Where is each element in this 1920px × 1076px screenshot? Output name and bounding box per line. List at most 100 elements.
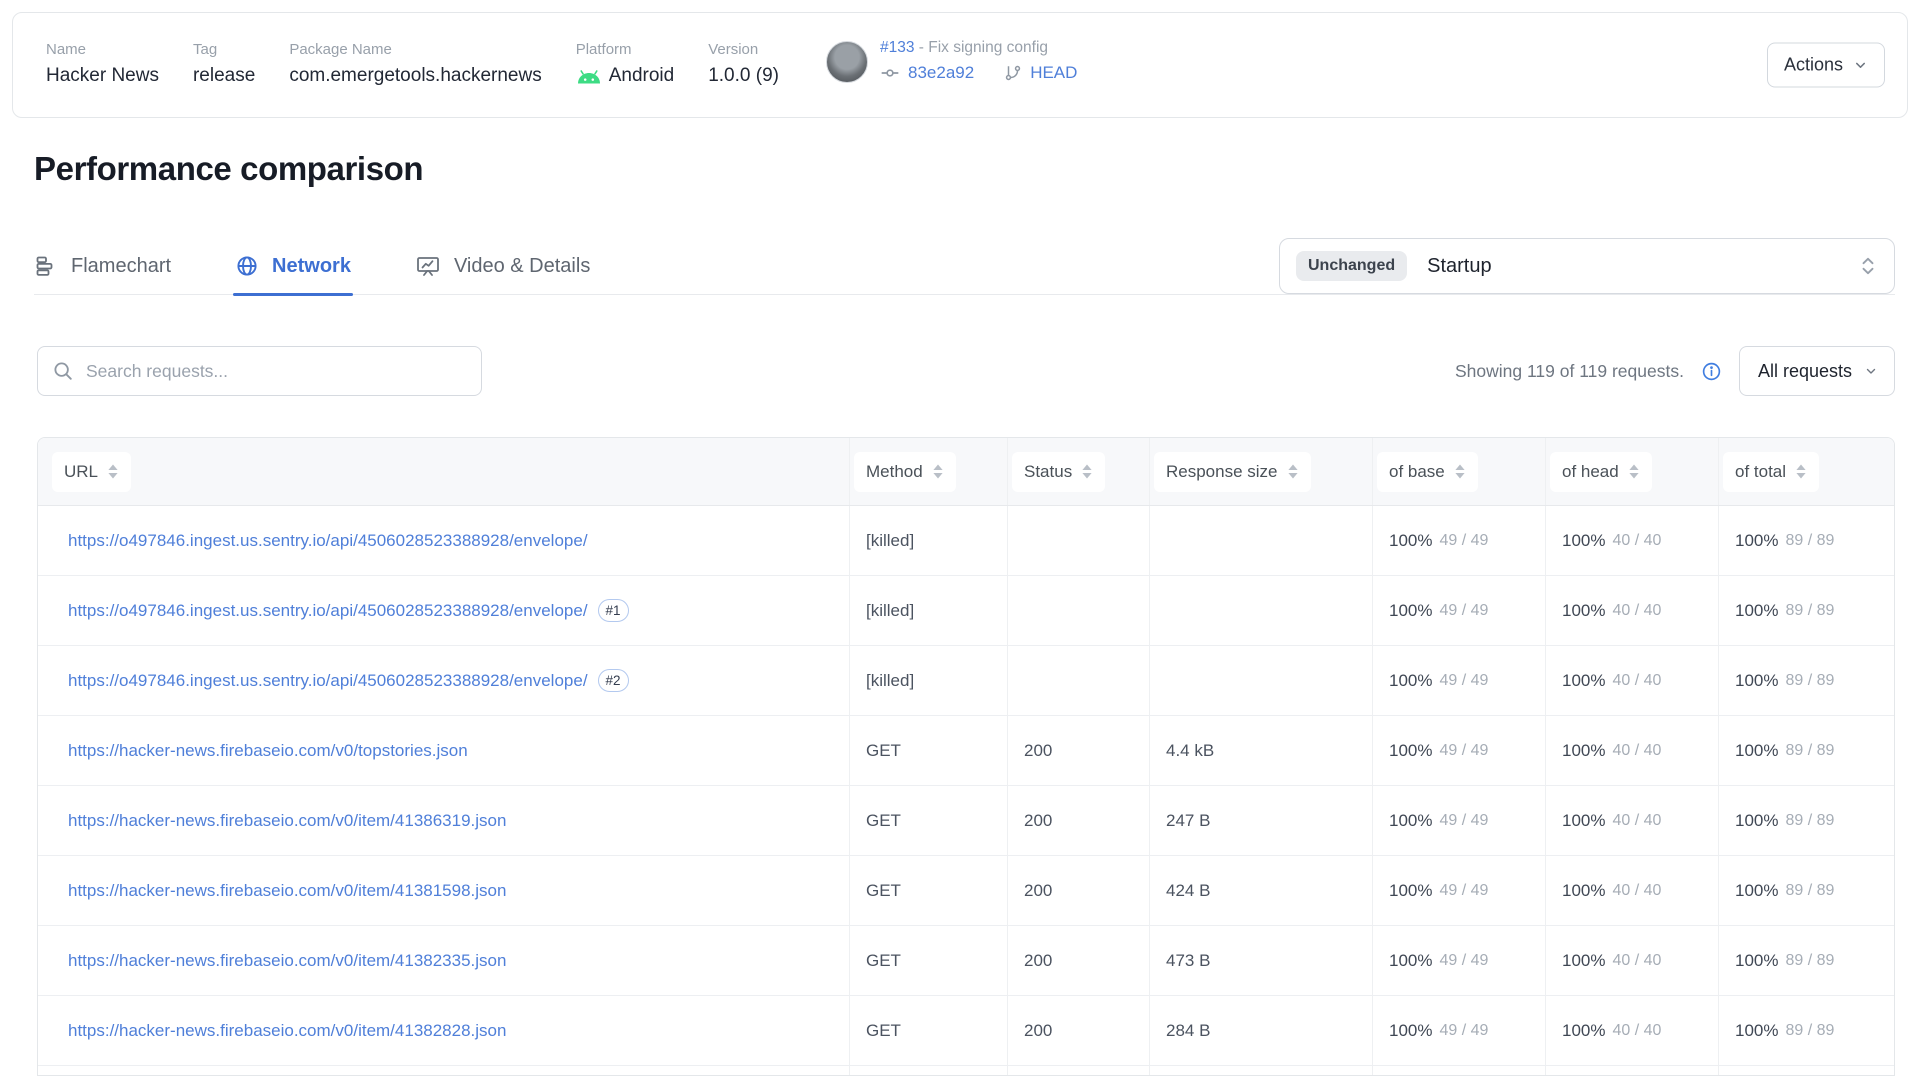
of-head-fraction: 40 / 40 — [1612, 812, 1661, 830]
of-base-fraction: 49 / 49 — [1439, 672, 1488, 690]
table-row: https://hacker-news.firebaseio.com/v0/it… — [38, 856, 1894, 926]
of-base-fraction: 49 / 49 — [1439, 742, 1488, 760]
request-url-link[interactable]: https://o497846.ingest.us.sentry.io/api/… — [68, 601, 588, 621]
of-base-percent: 100% — [1389, 811, 1432, 831]
of-head-percent: 100% — [1562, 531, 1605, 551]
actions-button[interactable]: Actions — [1767, 43, 1885, 88]
method-value: [killed] — [866, 601, 914, 621]
sort-icon — [1795, 463, 1807, 480]
status-value: 200 — [1024, 881, 1052, 901]
status-value: 200 — [1024, 1021, 1052, 1041]
field-platform-label: Platform — [576, 41, 675, 58]
sort-header-button[interactable]: Method — [854, 452, 956, 492]
sort-header-button[interactable]: of base — [1377, 452, 1478, 492]
comparison-select[interactable]: Unchanged Startup — [1279, 238, 1895, 294]
method-value: GET — [866, 951, 901, 971]
response-size-value: 284 B — [1166, 1021, 1210, 1041]
table-row: https://hacker-news.firebaseio.com/v0/it… — [38, 996, 1894, 1066]
of-total-percent: 100% — [1735, 601, 1778, 621]
of-total-percent: 100% — [1735, 811, 1778, 831]
of-base-fraction: 49 / 49 — [1439, 532, 1488, 550]
field-package: Package Name com.emergetools.hackernews — [289, 41, 541, 87]
of-base-fraction: 49 / 49 — [1439, 602, 1488, 620]
response-size-value: 4.4 kB — [1166, 741, 1214, 761]
method-value: GET — [866, 1021, 901, 1041]
tab-video-details[interactable]: Video & Details — [415, 238, 590, 294]
actions-label: Actions — [1784, 55, 1843, 76]
request-url-link[interactable]: https://hacker-news.firebaseio.com/v0/it… — [68, 951, 506, 971]
request-url-link[interactable]: https://hacker-news.firebaseio.com/v0/to… — [68, 741, 468, 761]
of-head-fraction: 40 / 40 — [1612, 952, 1661, 970]
request-url-link[interactable]: https://hacker-news.firebaseio.com/v0/it… — [68, 1021, 506, 1041]
showing-count-text: Showing 119 of 119 requests. — [1455, 361, 1684, 382]
of-head-percent: 100% — [1562, 601, 1605, 621]
request-url-link[interactable]: https://o497846.ingest.us.sentry.io/api/… — [68, 671, 588, 691]
of-head-percent: 100% — [1562, 951, 1605, 971]
platform-text: Android — [609, 65, 675, 87]
sort-header-button[interactable]: Response size — [1154, 452, 1311, 492]
method-value: GET — [866, 741, 901, 761]
table-row: https://o497846.ingest.us.sentry.io/api/… — [38, 646, 1894, 716]
android-icon — [576, 68, 602, 85]
table-row: https://hacker-news.firebaseio.com/v0/it… — [38, 786, 1894, 856]
field-tag: Tag release — [193, 41, 255, 87]
of-head-percent: 100% — [1562, 811, 1605, 831]
of-base-percent: 100% — [1389, 531, 1432, 551]
method-value: [killed] — [866, 531, 914, 551]
field-name-label: Name — [46, 41, 159, 58]
tab-flamechart-label: Flamechart — [71, 255, 171, 278]
select-updown-icon — [1860, 254, 1876, 278]
field-platform-value: Android — [576, 65, 675, 87]
of-total-percent: 100% — [1735, 1021, 1778, 1041]
response-size-value: 247 B — [1166, 811, 1210, 831]
request-url-link[interactable]: https://hacker-news.firebaseio.com/v0/it… — [68, 811, 506, 831]
video-details-icon — [415, 254, 441, 278]
table-header-row: URL Method Status — [38, 438, 1894, 506]
branch-link[interactable]: HEAD — [1030, 63, 1077, 83]
build-fields: Name Hacker News Tag release Package Nam… — [46, 41, 779, 87]
of-total-percent: 100% — [1735, 951, 1778, 971]
sort-icon — [1287, 463, 1299, 480]
requests-filter-dropdown[interactable]: All requests — [1739, 346, 1895, 396]
request-url-link[interactable]: https://hacker-news.firebaseio.com/v0/it… — [68, 881, 506, 901]
table-body: https://o497846.ingest.us.sentry.io/api/… — [38, 506, 1894, 1066]
commit-sha-link[interactable]: 83e2a92 — [908, 63, 974, 83]
method-value: [killed] — [866, 671, 914, 691]
of-total-fraction: 89 / 89 — [1785, 1022, 1834, 1040]
of-base-fraction: 49 / 49 — [1439, 952, 1488, 970]
of-base-percent: 100% — [1389, 951, 1432, 971]
field-version-value: 1.0.0 (9) — [708, 65, 779, 87]
sort-icon — [1454, 463, 1466, 480]
duplicate-count-badge: #1 — [598, 599, 629, 622]
of-head-fraction: 40 / 40 — [1612, 742, 1661, 760]
response-size-value: 473 B — [1166, 951, 1210, 971]
table-header-cell: Method — [850, 438, 1008, 505]
sort-header-button[interactable]: of head — [1550, 452, 1652, 492]
of-head-fraction: 40 / 40 — [1612, 602, 1661, 620]
field-package-value: com.emergetools.hackernews — [289, 65, 541, 87]
of-head-percent: 100% — [1562, 1021, 1605, 1041]
of-head-fraction: 40 / 40 — [1612, 672, 1661, 690]
search-input[interactable] — [37, 346, 482, 396]
of-base-percent: 100% — [1389, 601, 1432, 621]
table-header-cell: of total — [1719, 438, 1894, 505]
sort-icon — [107, 463, 119, 480]
sort-icon — [932, 463, 944, 480]
method-value: GET — [866, 811, 901, 831]
tab-flamechart[interactable]: Flamechart — [34, 238, 171, 294]
of-base-fraction: 49 / 49 — [1439, 812, 1488, 830]
page-title: Performance comparison — [34, 150, 423, 188]
info-icon[interactable] — [1701, 361, 1722, 382]
sort-header-button[interactable]: of total — [1723, 452, 1819, 492]
sort-header-button[interactable]: Status — [1012, 452, 1105, 492]
of-base-percent: 100% — [1389, 671, 1432, 691]
sort-header-button[interactable]: URL — [52, 452, 131, 492]
search-icon — [52, 360, 74, 382]
avatar[interactable] — [826, 41, 868, 83]
active-tab-underline — [233, 293, 353, 296]
tab-network[interactable]: Network — [235, 238, 351, 294]
pr-number-link[interactable]: #133 — [880, 39, 914, 56]
request-url-link[interactable]: https://o497846.ingest.us.sentry.io/api/… — [68, 531, 588, 551]
commit-block: #133 - Fix signing config 83e2a92 HEAD — [826, 39, 1077, 83]
of-total-percent: 100% — [1735, 881, 1778, 901]
